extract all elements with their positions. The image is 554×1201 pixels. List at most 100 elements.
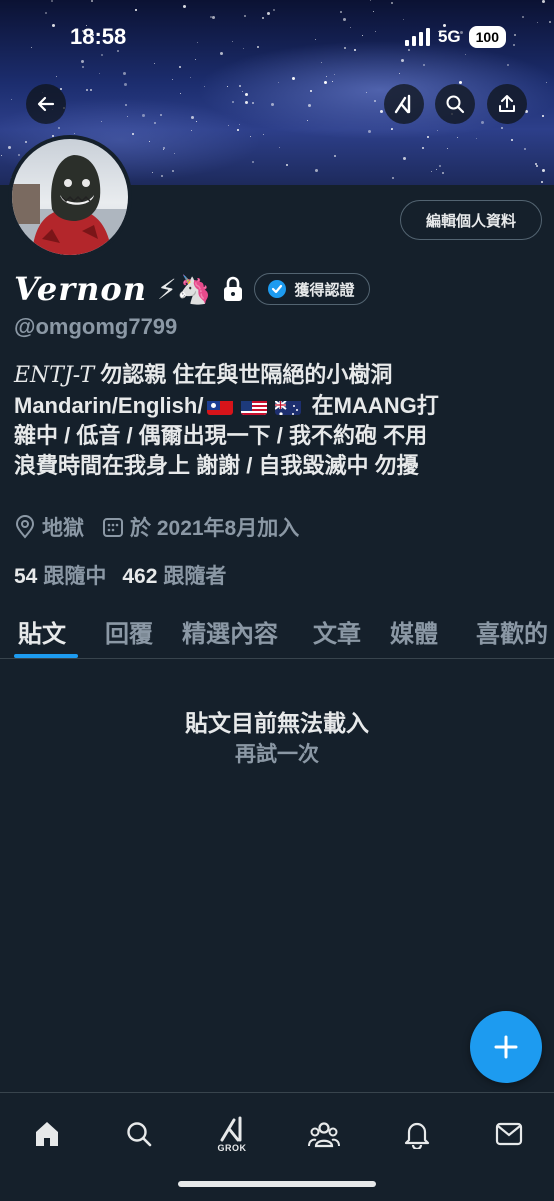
lock-icon xyxy=(223,276,242,301)
nav-home[interactable] xyxy=(24,1111,70,1157)
banner-star xyxy=(163,149,164,150)
banner-star xyxy=(436,169,437,170)
compose-post-button[interactable] xyxy=(470,1011,542,1083)
back-button[interactable] xyxy=(26,84,66,124)
avatar[interactable] xyxy=(8,135,132,259)
banner-star xyxy=(252,102,254,104)
bio-line-2: Mandarin/English/ 在MAANG打 xyxy=(14,391,544,421)
banner-star xyxy=(343,18,346,21)
banner-star xyxy=(172,79,173,80)
banner-star xyxy=(25,141,27,143)
join-date: 於 2021年8月加入 xyxy=(102,512,299,542)
back-arrow-icon xyxy=(37,96,55,112)
banner-star xyxy=(245,101,248,104)
banner-star xyxy=(179,66,181,68)
profile-meta: 地獄 於 2021年8月加入 xyxy=(14,512,299,542)
banner-star xyxy=(142,114,145,117)
banner-star xyxy=(99,73,100,74)
tab-highlights[interactable]: 精選內容 xyxy=(182,614,278,649)
banner-star xyxy=(481,121,484,124)
banner-star xyxy=(18,154,20,156)
banner-star xyxy=(370,0,371,1)
nav-search[interactable] xyxy=(116,1111,162,1157)
banner-star xyxy=(392,177,394,179)
followers-count: 462 xyxy=(122,565,158,588)
nav-notifications[interactable] xyxy=(394,1111,440,1157)
banner-star xyxy=(315,169,318,172)
banner-star xyxy=(191,116,194,119)
tab-media[interactable]: 媒體 xyxy=(390,614,438,649)
banner-star xyxy=(125,104,127,106)
share-icon xyxy=(499,95,515,112)
tab-posts[interactable]: 貼文 xyxy=(18,614,66,649)
banner-star xyxy=(307,120,308,121)
us-flag-icon xyxy=(241,397,268,415)
edit-profile-button[interactable]: 編輯個人資料 xyxy=(400,200,542,240)
follow-stats: 54 跟隨中 462 跟隨者 xyxy=(14,560,226,590)
followers-link[interactable]: 462 跟隨者 xyxy=(122,560,226,590)
banner-star xyxy=(536,165,538,167)
banner-star xyxy=(403,19,404,20)
tab-replies[interactable]: 回覆 xyxy=(105,614,153,649)
join-date-text: 於 2021年8月加入 xyxy=(130,517,300,540)
banner-star xyxy=(252,161,254,163)
banner-star xyxy=(373,11,374,12)
nav-messages[interactable] xyxy=(486,1111,532,1157)
location: 地獄 xyxy=(14,512,84,542)
signal-icon xyxy=(404,28,430,46)
banner-star xyxy=(8,146,11,149)
nav-grok[interactable]: GROK xyxy=(209,1111,255,1157)
banner-star xyxy=(74,133,75,134)
banner-star xyxy=(326,76,327,77)
tab-articles[interactable]: 文章 xyxy=(313,614,361,649)
bio-line-1: ENTJ-T 勿認親 住在與世隔絕的小樹洞 xyxy=(14,360,544,391)
banner-star xyxy=(191,130,192,131)
nav-communities[interactable] xyxy=(301,1111,347,1157)
messages-icon xyxy=(495,1122,523,1146)
banner-star xyxy=(524,148,526,150)
banner-star xyxy=(542,115,544,117)
banner-star xyxy=(262,17,264,19)
banner-star xyxy=(542,0,545,3)
banner-star xyxy=(124,83,127,86)
banner-star xyxy=(160,114,162,116)
banner-star xyxy=(422,147,424,149)
followers-label: 跟隨者 xyxy=(163,565,227,588)
share-button[interactable] xyxy=(487,84,527,124)
banner-star xyxy=(267,12,270,15)
banner-star xyxy=(101,54,103,56)
banner-star xyxy=(457,137,458,138)
banner-star xyxy=(227,86,228,87)
banner-star xyxy=(196,121,197,122)
verified-button[interactable]: 獲得認證 xyxy=(253,273,370,305)
banner-star xyxy=(427,136,429,138)
banner-star xyxy=(51,0,53,2)
banner-star xyxy=(310,90,312,92)
tab-likes[interactable]: 喜歡的 xyxy=(476,614,548,649)
banner-star xyxy=(239,124,240,125)
banner-star xyxy=(476,138,477,139)
retry-button[interactable]: 再試一次 xyxy=(0,738,554,768)
banner-star xyxy=(465,54,466,55)
display-name: Vernon xyxy=(14,270,147,308)
following-label: 跟隨中 xyxy=(43,565,107,588)
search-button[interactable] xyxy=(435,84,475,124)
notifications-icon xyxy=(404,1122,430,1149)
feed-error-message: 貼文目前無法載入 xyxy=(185,710,369,736)
calendar-icon xyxy=(103,518,123,537)
banner-star xyxy=(366,92,367,93)
communities-icon xyxy=(308,1122,340,1148)
avatar-photo xyxy=(12,139,128,255)
bio-line-1-text: 勿認親 住在與世隔絕的小樹洞 xyxy=(94,362,393,387)
status-time: 18:58 xyxy=(70,24,127,49)
banner-star xyxy=(442,172,444,174)
banner-star xyxy=(380,110,383,113)
banner-star xyxy=(423,64,425,66)
banner-star xyxy=(332,81,333,82)
location-icon xyxy=(15,515,35,539)
banner-star xyxy=(237,129,239,131)
following-count: 54 xyxy=(14,565,38,588)
grok-button[interactable] xyxy=(384,84,424,124)
following-link[interactable]: 54 跟隨中 xyxy=(14,560,106,590)
banner-star xyxy=(245,93,248,96)
